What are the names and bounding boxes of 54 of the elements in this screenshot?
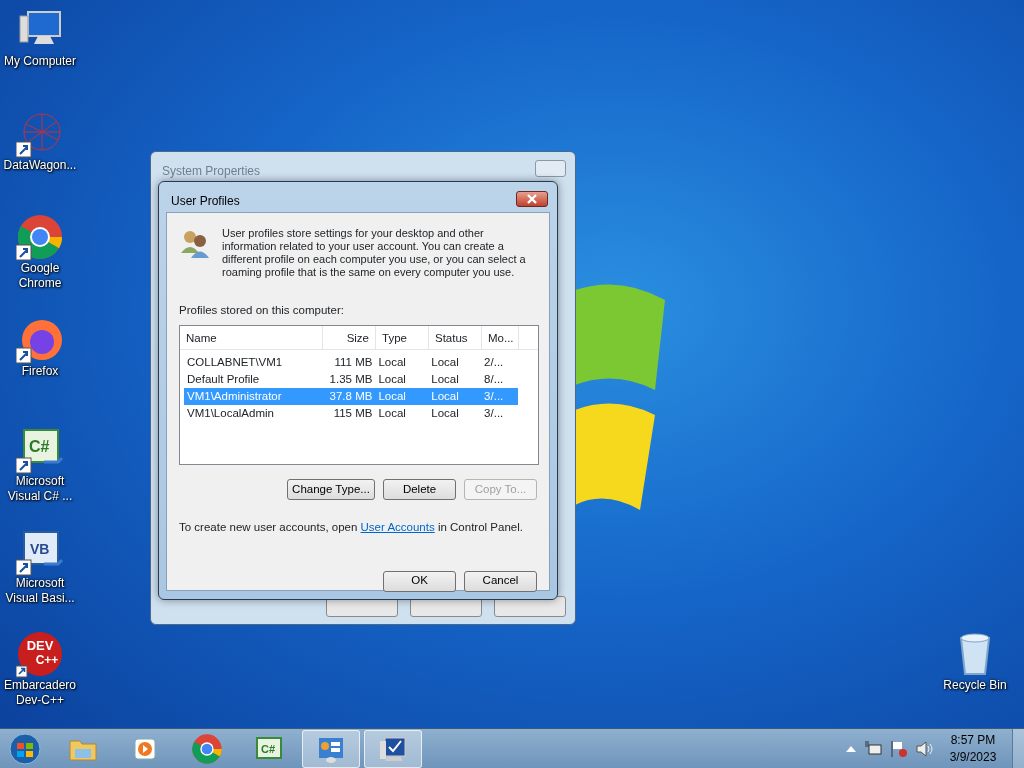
desktop-icon-label[interactable]: Firefox	[0, 364, 80, 379]
table-cell-text: Local	[377, 372, 407, 388]
desktop-icon-label[interactable]: Embarcadero Dev-C++	[0, 678, 80, 708]
table-cell-text: COLLABNET\VM1	[186, 355, 284, 371]
table-cell-text: 2/...	[483, 355, 505, 371]
desktop-icon-label[interactable]: Google Chrome	[0, 261, 80, 291]
desktop-icon-label[interactable]: Microsoft Visual Basi...	[0, 576, 80, 606]
dialog-title: User Profiles	[171, 193, 240, 210]
table-cell-text: 115 MB	[332, 406, 374, 422]
column-header[interactable]: Type	[376, 326, 429, 350]
speaker-icon[interactable]	[916, 740, 934, 757]
user-accounts-link[interactable]: User Accounts	[360, 521, 435, 534]
browser-icon[interactable]	[191, 732, 223, 765]
footer-text: To create new user accounts, open User Accounts in Control Panel.	[179, 520, 524, 536]
table-cell-text: VM1\LocalAdmin	[186, 406, 275, 422]
list-label: Profiles stored on this computer:	[179, 303, 345, 318]
column-header[interactable]: Size	[323, 326, 376, 350]
network-graph-icon[interactable]	[16, 110, 64, 158]
close-icon	[526, 194, 538, 204]
desktop-icon-label[interactable]: Microsoft Visual C# ...	[0, 474, 80, 504]
close-button[interactable]	[516, 191, 548, 207]
table-cell-text: Local	[377, 406, 407, 422]
taskbar-button[interactable]	[302, 729, 360, 768]
column-header[interactable]: Mo...	[482, 326, 519, 350]
table-cell-text: 3/...	[483, 406, 505, 422]
clock-date: 3/9/2023	[948, 748, 998, 766]
window-title: System Properties	[162, 163, 261, 180]
ok-button[interactable]: OK	[383, 570, 456, 592]
flag-icon[interactable]	[890, 739, 908, 758]
table-cell-text: 1.35 MB	[328, 372, 374, 388]
column-header[interactable]: Name	[180, 326, 323, 350]
description-text: User profiles store settings for your desktop and other information related to your user account. You can create a different profile on each computer you use, or you can select a roaming profile that is the same on every computer you use.	[222, 227, 527, 279]
dev-logo-icon[interactable]: DEV C++	[16, 630, 64, 678]
table-cell-text: Local	[377, 355, 407, 371]
desktop-icon-label[interactable]: Recycle Bin	[935, 678, 1015, 693]
action-button[interactable]: Change Type...	[287, 479, 375, 501]
network-icon[interactable]	[864, 740, 882, 757]
taskbar-button[interactable]	[364, 729, 422, 768]
table-cell-text: Default Profile	[186, 372, 261, 388]
browser-icon[interactable]	[16, 213, 64, 261]
table-cell-text: 111 MB	[333, 355, 374, 371]
desktop-icon-label[interactable]: My Computer	[0, 54, 80, 69]
clock-time: 8:57 PM	[949, 731, 997, 749]
column-header[interactable]: Status	[429, 326, 482, 350]
show-desktop-button[interactable]	[1012, 728, 1024, 768]
start-orb-icon[interactable]	[9, 732, 41, 765]
action-button[interactable]: Delete	[383, 479, 456, 501]
cancel-button[interactable]: Cancel	[464, 570, 537, 592]
table-cell-text: Local	[430, 406, 460, 422]
show-hidden-icons-icon[interactable]	[846, 744, 856, 753]
table-cell-text: 8/...	[483, 372, 505, 388]
desktop-icon-label[interactable]: DataWagon...	[0, 158, 80, 173]
table-cell-text: Local	[430, 372, 460, 388]
table-cell-text: Local	[430, 355, 460, 371]
